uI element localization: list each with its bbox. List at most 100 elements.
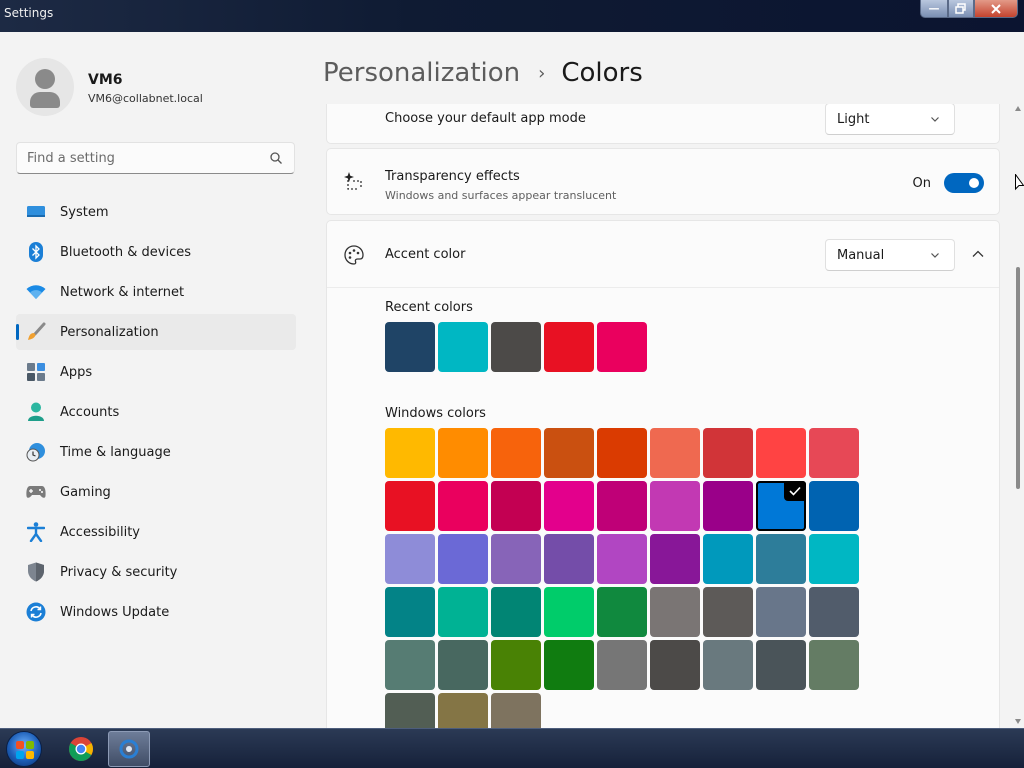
windows-color-swatch[interactable] <box>491 428 541 478</box>
window-title: Settings <box>4 6 54 20</box>
windows-color-swatch[interactable] <box>756 534 806 584</box>
windows-color-swatch[interactable] <box>597 534 647 584</box>
search-box[interactable] <box>16 142 295 174</box>
windows-color-swatch[interactable] <box>544 481 594 531</box>
sidebar-item-personalization[interactable]: Personalization <box>16 314 296 350</box>
windows-color-swatch[interactable] <box>438 587 488 637</box>
start-button[interactable] <box>6 731 42 767</box>
windows-color-swatch[interactable] <box>809 481 859 531</box>
chrome-taskbar-button[interactable] <box>60 731 102 767</box>
windows-color-swatch[interactable] <box>438 481 488 531</box>
settings-taskbar-button[interactable] <box>108 731 150 767</box>
sidebar-item-network[interactable]: Network & internet <box>16 274 296 310</box>
scrollbar[interactable] <box>1012 104 1024 728</box>
close-button[interactable] <box>974 0 1018 18</box>
palette-icon <box>344 245 364 265</box>
windows-color-swatch[interactable] <box>756 640 806 690</box>
recent-color-swatch[interactable] <box>597 322 647 372</box>
recent-color-swatch[interactable] <box>491 322 541 372</box>
sidebar-item-system[interactable]: System <box>16 194 296 230</box>
windows-color-swatch[interactable] <box>544 534 594 584</box>
accent-mode-dropdown[interactable]: Manual <box>825 239 955 271</box>
windows-color-swatch[interactable] <box>385 481 435 531</box>
sidebar-item-label: Accessibility <box>60 524 140 540</box>
minimize-icon: — <box>928 2 940 15</box>
breadcrumb-parent[interactable]: Personalization <box>323 58 520 88</box>
sidebar: VM6 VM6@collabnet.local System Bluetooth… <box>0 32 310 728</box>
search-input[interactable] <box>17 143 247 173</box>
windows-color-swatch[interactable] <box>809 640 859 690</box>
windows-color-swatch[interactable] <box>597 481 647 531</box>
windows-color-swatch[interactable] <box>809 428 859 478</box>
windows-color-swatch[interactable] <box>703 587 753 637</box>
windows-color-swatch[interactable] <box>438 693 488 728</box>
windows-color-swatch[interactable] <box>703 640 753 690</box>
recent-color-swatch[interactable] <box>385 322 435 372</box>
windows-color-swatch[interactable] <box>703 534 753 584</box>
windows-color-swatch[interactable] <box>650 534 700 584</box>
windows-color-swatch[interactable] <box>756 428 806 478</box>
sidebar-item-apps[interactable]: Apps <box>16 354 296 390</box>
collapse-chevron-up-icon[interactable] <box>971 249 985 259</box>
recent-color-swatch[interactable] <box>544 322 594 372</box>
sidebar-item-accessibility[interactable]: Accessibility <box>16 514 296 550</box>
brush-icon <box>26 322 46 342</box>
windows-color-swatch[interactable] <box>597 428 647 478</box>
windows-color-swatch[interactable] <box>438 534 488 584</box>
sidebar-item-gaming[interactable]: Gaming <box>16 474 296 510</box>
windows-color-swatch[interactable] <box>385 428 435 478</box>
accent-color-title: Accent color <box>385 247 466 262</box>
windows-colors-grid <box>385 428 859 728</box>
sidebar-item-accounts[interactable]: Accounts <box>16 394 296 430</box>
windows-color-swatch[interactable] <box>438 428 488 478</box>
sidebar-item-bluetooth[interactable]: Bluetooth & devices <box>16 234 296 270</box>
window-controls: — <box>920 0 1018 18</box>
windows-color-swatch[interactable] <box>491 587 541 637</box>
transparency-toggle[interactable] <box>944 173 984 193</box>
windows-color-swatch[interactable] <box>650 640 700 690</box>
sidebar-item-time-language[interactable]: Time & language <box>16 434 296 470</box>
windows-color-swatch[interactable] <box>544 428 594 478</box>
minimize-button[interactable]: — <box>920 0 948 18</box>
windows-color-swatch[interactable] <box>491 481 541 531</box>
windows-color-swatch[interactable] <box>544 587 594 637</box>
search-icon[interactable] <box>270 152 282 164</box>
windows-color-swatch[interactable] <box>597 587 647 637</box>
windows-color-swatch[interactable] <box>491 693 541 728</box>
sidebar-item-label: Apps <box>60 364 93 380</box>
windows-color-swatch[interactable] <box>650 587 700 637</box>
scroll-down-arrow-icon[interactable] <box>1015 719 1021 724</box>
app-mode-dropdown[interactable]: Light <box>825 104 955 135</box>
windows-color-swatch[interactable] <box>385 640 435 690</box>
windows-color-swatch[interactable] <box>385 693 435 728</box>
avatar[interactable] <box>16 58 74 116</box>
restore-button[interactable] <box>948 0 974 18</box>
update-icon <box>26 602 46 622</box>
windows-color-swatch[interactable] <box>756 481 806 531</box>
windows-color-swatch[interactable] <box>491 534 541 584</box>
sidebar-item-privacy[interactable]: Privacy & security <box>16 554 296 590</box>
windows-color-swatch[interactable] <box>544 640 594 690</box>
windows-color-swatch[interactable] <box>756 587 806 637</box>
windows-color-swatch[interactable] <box>650 428 700 478</box>
windows-color-swatch[interactable] <box>703 428 753 478</box>
windows-color-swatch[interactable] <box>597 640 647 690</box>
windows-color-swatch[interactable] <box>385 534 435 584</box>
windows-color-swatch[interactable] <box>650 481 700 531</box>
checkmark-icon <box>784 481 806 501</box>
windows-color-swatch[interactable] <box>385 587 435 637</box>
windows-color-swatch[interactable] <box>809 534 859 584</box>
wifi-icon <box>26 282 46 302</box>
windows-color-swatch[interactable] <box>491 640 541 690</box>
windows-color-swatch[interactable] <box>438 640 488 690</box>
scroll-thumb[interactable] <box>1016 267 1020 489</box>
mouse-cursor-icon <box>1015 174 1024 191</box>
transparency-icon <box>344 172 362 190</box>
recent-color-swatch[interactable] <box>438 322 488 372</box>
scroll-up-arrow-icon[interactable] <box>1015 106 1021 111</box>
chevron-right-icon: › <box>538 62 546 84</box>
windows-color-swatch[interactable] <box>703 481 753 531</box>
sidebar-item-windows-update[interactable]: Windows Update <box>16 594 296 630</box>
windows-color-swatch[interactable] <box>809 587 859 637</box>
app-mode-value: Light <box>837 111 870 127</box>
